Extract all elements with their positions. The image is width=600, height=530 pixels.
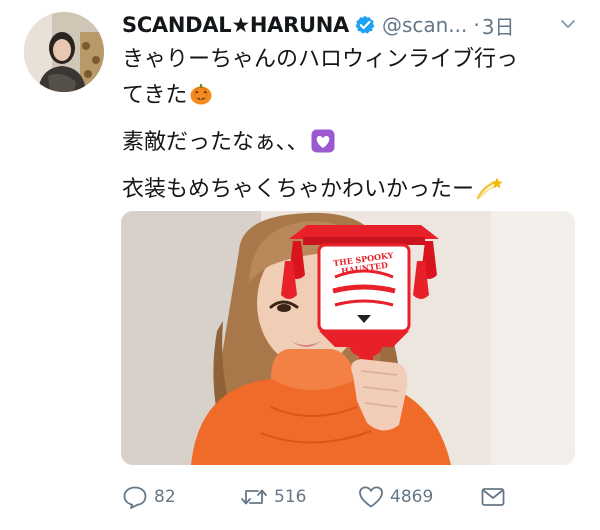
like-button[interactable]: 4869 <box>358 483 433 511</box>
tweet-photo[interactable]: THE SPOOKY HAUNTED <box>121 211 575 465</box>
tweet: SCANDAL★HARUNA @scan... · 3日 きゃりーちゃんのハロウ… <box>0 0 600 530</box>
heart-icon <box>359 486 383 508</box>
timestamp[interactable]: 3日 <box>482 11 515 40</box>
tweet-actions: 82 516 4869 <box>122 483 582 511</box>
chevron-down-icon[interactable] <box>558 14 578 34</box>
retweet-button[interactable]: 516 <box>240 483 306 511</box>
jack-o-lantern-icon <box>189 82 213 118</box>
author-handle[interactable]: @scan... <box>382 13 467 37</box>
tweet-text-line-1: きゃりーちゃんのハロウィンライブ行っ <box>122 47 519 72</box>
like-count: 4869 <box>390 487 434 507</box>
reply-icon <box>123 486 147 509</box>
direct-message-button[interactable] <box>480 483 506 511</box>
tweet-text-line-2: てきた <box>122 78 582 118</box>
dizzy-icon <box>476 176 504 212</box>
retweet-icon <box>241 489 267 505</box>
tweet-text-line-4: 衣装もめちゃくちゃかわいかったー <box>122 172 582 212</box>
tweet-text-line-3: 素敵だったなぁ、、 <box>122 125 582 165</box>
verified-badge-icon <box>355 15 375 35</box>
tweet-header: SCANDAL★HARUNA @scan... · 3日 <box>122 10 582 40</box>
tweet-text-segment: てきた <box>122 83 188 108</box>
reply-button[interactable]: 82 <box>122 483 176 511</box>
tweet-text: きゃりーちゃんのハロウィンライブ行っ てきた 素敵だったなぁ、、 衣装もめちゃく… <box>122 42 582 219</box>
avatar[interactable] <box>24 12 104 92</box>
separator-dot: · <box>473 13 480 37</box>
reply-count: 82 <box>154 487 176 507</box>
purple-heart-icon <box>311 129 335 165</box>
tweet-text-segment: 素敵だったなぁ、、 <box>122 130 309 155</box>
envelope-icon <box>481 488 505 506</box>
retweet-count: 516 <box>274 487 307 507</box>
tweet-text-segment: 衣装もめちゃくちゃかわいかったー <box>122 177 475 202</box>
author-name[interactable]: SCANDAL★HARUNA <box>122 13 349 37</box>
